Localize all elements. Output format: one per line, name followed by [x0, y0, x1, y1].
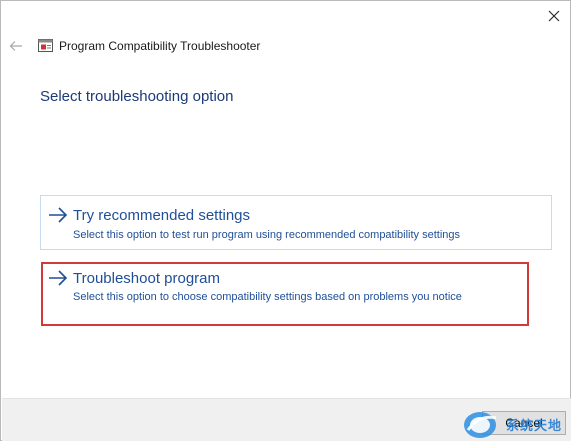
option-try-recommended-settings[interactable]: Try recommended settings Select this opt…: [40, 195, 552, 250]
option-title: Try recommended settings: [73, 207, 251, 224]
troubleshooter-window: Program Compatibility Troubleshooter Sel…: [0, 0, 571, 441]
option-description: Select this option to test run program u…: [73, 229, 461, 241]
window-title: Program Compatibility Troubleshooter: [59, 39, 261, 53]
watermark-logo: [464, 412, 497, 438]
watermark: 系统天地: [462, 408, 570, 440]
back-button[interactable]: [5, 33, 27, 59]
arrow-right-icon: [49, 207, 68, 223]
close-icon: [548, 10, 560, 22]
troubleshooter-app-icon: [38, 39, 53, 52]
close-button[interactable]: [537, 1, 571, 31]
page-heading: Select troubleshooting option: [40, 88, 234, 105]
back-arrow-icon: [9, 41, 22, 51]
highlight-box: [41, 262, 529, 326]
watermark-text: 系统天地: [506, 418, 563, 433]
